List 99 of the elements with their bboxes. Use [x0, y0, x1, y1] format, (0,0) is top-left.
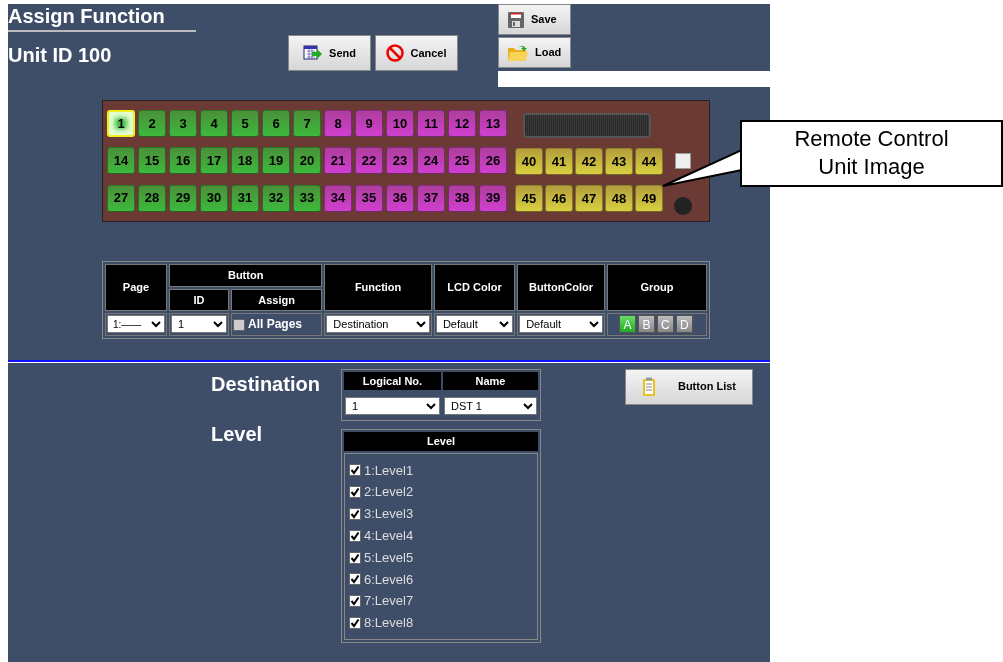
page-title: Assign Function	[8, 4, 196, 32]
remote-key[interactable]: 30	[200, 184, 228, 212]
column-header: Group	[606, 264, 707, 311]
destination-label: Destination	[211, 371, 321, 397]
button-list-button[interactable]: Button List	[625, 368, 753, 405]
remote-key[interactable]: 12	[448, 110, 476, 137]
select-field[interactable]: Destination	[326, 315, 430, 334]
select-field[interactable]: 1	[171, 315, 227, 334]
indicator-knob	[674, 197, 692, 215]
select-field[interactable]: DST 1	[444, 397, 537, 415]
column-header: Logical No.	[344, 371, 441, 390]
level-checkbox[interactable]: 7:Level7	[349, 590, 533, 613]
checkmark-icon	[350, 596, 360, 607]
remote-key[interactable]: 20	[293, 147, 321, 175]
remote-key[interactable]: 45	[515, 185, 543, 212]
remote-key[interactable]: 14	[107, 147, 135, 175]
remote-key[interactable]: 1	[107, 110, 135, 137]
send-button[interactable]: Send	[288, 35, 371, 71]
remote-key[interactable]: 26	[479, 147, 507, 175]
level-checkbox[interactable]: 6:Level6	[349, 568, 533, 591]
remote-key[interactable]: 2	[138, 110, 166, 137]
remote-key[interactable]: 11	[417, 110, 445, 137]
indicator-square	[675, 153, 691, 169]
remote-key[interactable]: 22	[355, 147, 383, 175]
remote-key[interactable]: 18	[231, 147, 259, 175]
remote-key[interactable]: 29	[169, 184, 197, 212]
remote-key[interactable]: 16	[169, 147, 197, 175]
text-field[interactable]	[498, 71, 770, 87]
unit-id-label: Unit ID 100	[8, 43, 113, 68]
remote-key[interactable]: 27	[107, 184, 135, 212]
checkmark-icon	[350, 552, 360, 563]
remote-key[interactable]: 15	[138, 147, 166, 175]
select-field[interactable]: Default	[519, 315, 603, 334]
select-field[interactable]: 1:——	[107, 315, 165, 334]
remote-key[interactable]: 32	[262, 184, 290, 212]
remote-key[interactable]: 13	[479, 110, 507, 137]
remote-key[interactable]: 23	[386, 147, 414, 175]
remote-key[interactable]: 4	[200, 110, 228, 137]
remote-key[interactable]: 49	[635, 185, 663, 212]
remote-key[interactable]: 17	[200, 147, 228, 175]
remote-key[interactable]: 43	[605, 148, 633, 175]
remote-key[interactable]: 10	[386, 110, 414, 137]
column-header: Name	[443, 371, 538, 390]
prohibited-icon	[386, 44, 405, 62]
select-field[interactable]: Default	[435, 315, 514, 334]
remote-key[interactable]: 19	[262, 147, 290, 175]
remote-key[interactable]: 47	[575, 185, 603, 212]
level-checkbox[interactable]: 3:Level3	[349, 503, 533, 525]
column-header: Level	[344, 432, 538, 451]
level-checkbox[interactable]: 2:Level2	[349, 481, 533, 504]
remote-key[interactable]: 31	[231, 184, 259, 212]
remote-key[interactable]: 21	[324, 147, 352, 175]
remote-key[interactable]: 37	[417, 184, 445, 212]
remote-key[interactable]: 41	[545, 148, 573, 175]
save-button[interactable]: Save	[498, 4, 571, 35]
remote-key[interactable]: 42	[575, 148, 603, 175]
remote-key[interactable]: 7	[293, 110, 321, 137]
checkmark-icon	[350, 465, 360, 476]
clipboard-icon	[642, 376, 656, 397]
remote-key[interactable]: 38	[448, 184, 476, 212]
column-header: Function	[324, 264, 432, 311]
column-header: LCD Color	[433, 264, 516, 311]
cancel-button[interactable]: Cancel	[375, 35, 458, 71]
column-header: Button	[169, 264, 323, 287]
folder-arrow-icon	[507, 43, 529, 62]
column-header: Page	[105, 264, 167, 311]
remote-key[interactable]: 46	[545, 185, 573, 212]
level-checkbox[interactable]: 5:Level5	[349, 546, 533, 569]
level-checkbox[interactable]: 8:Level8	[349, 612, 533, 634]
level-checkbox[interactable]: 1:Level1	[349, 459, 533, 482]
remote-key[interactable]: 6	[262, 110, 290, 137]
checkmark-icon	[350, 509, 360, 519]
level-label: Level	[211, 421, 264, 447]
remote-key[interactable]: 24	[417, 147, 445, 175]
remote-key[interactable]: 40	[515, 148, 543, 175]
remote-key[interactable]: 33	[293, 184, 321, 212]
remote-key[interactable]: 34	[324, 184, 352, 212]
remote-key[interactable]: 44	[635, 148, 663, 175]
remote-key[interactable]: 48	[605, 185, 633, 212]
remote-key[interactable]: 9	[355, 110, 383, 137]
level-checkbox[interactable]: 4:Level4	[349, 524, 533, 547]
remote-key[interactable]: 25	[448, 147, 476, 175]
remote-key[interactable]: 39	[479, 184, 507, 212]
select-field[interactable]: 1	[345, 397, 440, 415]
checkmark-icon	[350, 574, 360, 585]
calendar-arrow-icon	[303, 45, 324, 61]
column-header: ID	[169, 288, 229, 311]
remote-key[interactable]: 36	[386, 184, 414, 212]
checkmark-icon	[350, 617, 360, 628]
checkmark-icon	[350, 530, 360, 541]
remote-key[interactable]: 35	[355, 184, 383, 212]
remote-key[interactable]: 3	[169, 110, 197, 137]
load-button[interactable]: Load	[498, 37, 571, 68]
remote-key[interactable]: 28	[138, 184, 166, 212]
checkmark-icon	[350, 487, 360, 498]
remote-key[interactable]: 5	[231, 110, 259, 137]
column-header: Assign	[231, 288, 323, 311]
column-header: ButtonColor	[517, 264, 605, 311]
remote-key[interactable]: 8	[324, 110, 352, 137]
